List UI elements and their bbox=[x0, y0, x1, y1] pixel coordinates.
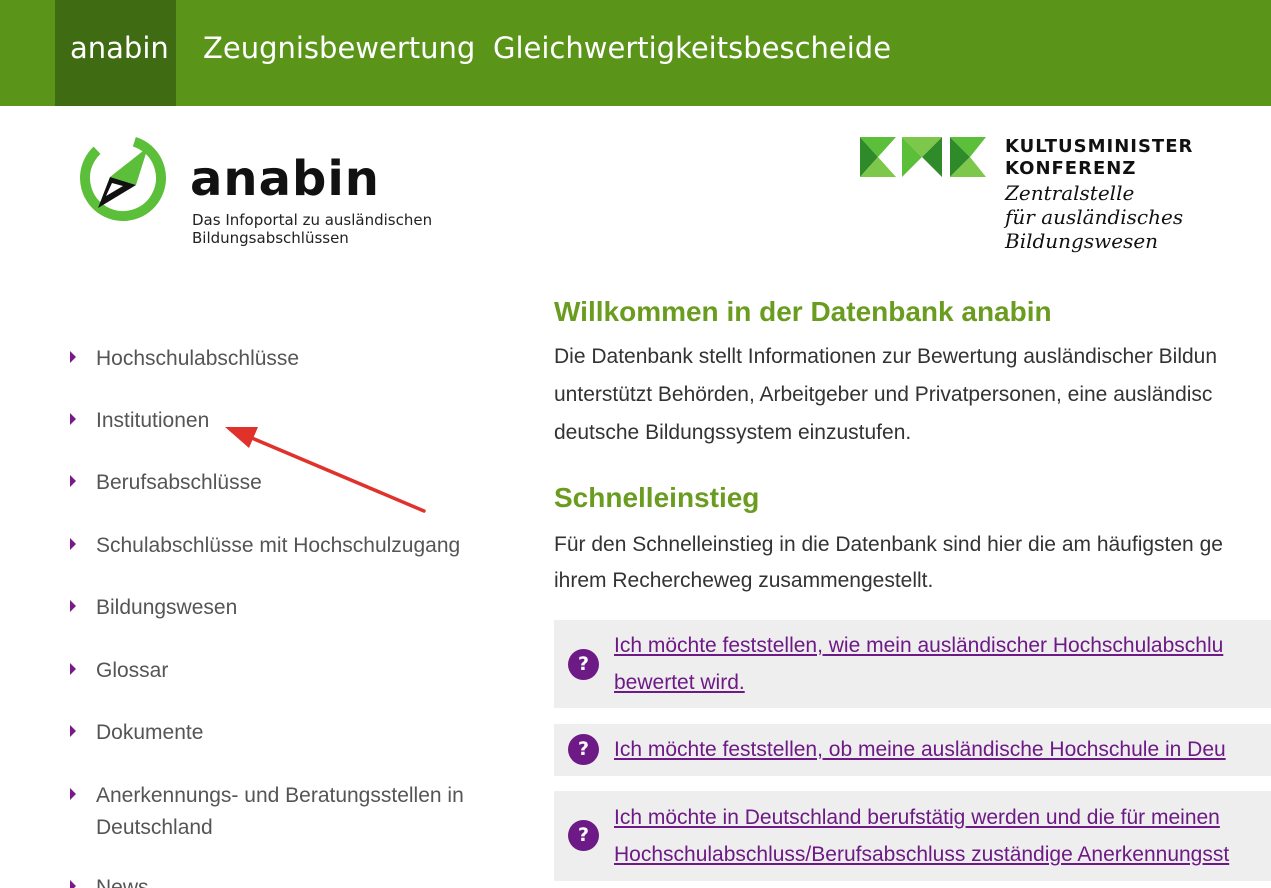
nav-tab-gleichwertigkeitsbescheide[interactable]: Gleichwertigkeitsbescheide bbox=[493, 0, 891, 106]
caret-right-icon bbox=[70, 725, 76, 737]
sidebar-item-label: Glossar bbox=[96, 659, 169, 682]
quick-question-link[interactable]: Ich möchte in Deutschland berufstätig we… bbox=[614, 799, 1229, 873]
kmk-logo[interactable]: KULTUSMINISTER KONFERENZ Zentralstelle f… bbox=[860, 133, 1260, 258]
question-mark-icon: ? bbox=[568, 649, 599, 680]
quick-question-link[interactable]: Ich möchte feststellen, wie mein ausländ… bbox=[614, 627, 1223, 701]
sidebar-item-label: News bbox=[96, 876, 149, 888]
welcome-heading: Willkommen in der Datenbank anabin bbox=[554, 296, 1052, 327]
nav-tab-anabin[interactable]: anabin bbox=[55, 0, 176, 106]
welcome-line: unterstützt Behörden, Arbeitgeber und Pr… bbox=[554, 383, 1213, 406]
kmk-title: KULTUSMINISTER KONFERENZ bbox=[1005, 136, 1193, 180]
kmk-subtitle-line3: Bildungswesen bbox=[1005, 229, 1159, 253]
schnelleinstieg-heading: Schnelleinstieg bbox=[554, 482, 760, 513]
sidebar-item-label: Hochschulabschlüsse bbox=[96, 347, 300, 370]
kmk-subtitle-line2: für ausländisches bbox=[1005, 205, 1184, 229]
sidebar-item-label: Anerkennungs- und Beratungsstellen in De… bbox=[96, 784, 464, 839]
welcome-line: deutsche Bildungssystem einzustufen. bbox=[554, 421, 912, 444]
schnelleinstieg-line: ihrem Rechercheweg zusammengestellt. bbox=[554, 569, 934, 592]
question-mark-icon: ? bbox=[568, 734, 599, 765]
caret-right-icon bbox=[70, 880, 76, 888]
caret-right-icon bbox=[70, 351, 76, 363]
anabin-subtitle: Das Infoportal zu ausländischen Bildungs… bbox=[192, 211, 432, 247]
quick-question-line[interactable]: Ich möchte feststellen, ob meine ausländ… bbox=[614, 731, 1226, 768]
caret-right-icon bbox=[70, 600, 76, 612]
anabin-subtitle-line2: Bildungsabschlüssen bbox=[192, 229, 349, 247]
sidebar-item-label: Schulabschlüsse mit Hochschulzugang bbox=[96, 534, 461, 557]
sidebar-item-label: Bildungswesen bbox=[96, 596, 238, 619]
compass-logo-icon bbox=[80, 135, 166, 221]
schnelleinstieg-paragraph: Für den Schnelleinstieg in die Datenbank… bbox=[554, 527, 1223, 599]
main-content: Willkommen in der Datenbank anabin Die D… bbox=[554, 290, 1271, 888]
question-mark-icon: ? bbox=[568, 820, 599, 851]
kmk-title-line1: KULTUSMINISTER bbox=[1005, 136, 1194, 157]
quick-question-line[interactable]: Hochschulabschluss/Berufsabschluss zustä… bbox=[614, 836, 1229, 873]
sidebar-item-label: Dokumente bbox=[96, 721, 204, 744]
caret-right-icon bbox=[70, 475, 76, 487]
kmk-title-line2: KONFERENZ bbox=[1005, 158, 1137, 179]
quick-question-2: ? Ich möchte feststellen, ob meine auslä… bbox=[554, 724, 1271, 776]
quick-question-3: ? Ich möchte in Deutschland berufstätig … bbox=[554, 791, 1271, 881]
quick-question-1: ? Ich möchte feststellen, wie mein auslä… bbox=[554, 620, 1271, 708]
sidebar-item-label: Institutionen bbox=[96, 409, 210, 432]
caret-right-icon bbox=[70, 413, 76, 425]
quick-question-line[interactable]: Ich möchte feststellen, wie mein ausländ… bbox=[614, 627, 1223, 664]
anabin-logo[interactable]: anabin Das Infoportal zu ausländischen B… bbox=[78, 133, 438, 258]
quick-question-line[interactable]: bewertet wird. bbox=[614, 664, 1223, 701]
caret-right-icon bbox=[70, 788, 76, 800]
anabin-wordmark: anabin bbox=[190, 151, 380, 207]
quick-question-link[interactable]: Ich möchte feststellen, ob meine ausländ… bbox=[614, 731, 1226, 768]
kmk-mark-icon bbox=[860, 137, 986, 177]
sidebar-item-label: Berufsabschlüsse bbox=[96, 471, 262, 494]
caret-right-icon bbox=[70, 538, 76, 550]
quick-question-line[interactable]: Ich möchte in Deutschland berufstätig we… bbox=[614, 799, 1229, 836]
nav-tab-zeugnisbewertung[interactable]: Zeugnisbewertung bbox=[203, 0, 475, 106]
anabin-subtitle-line1: Das Infoportal zu ausländischen bbox=[192, 211, 433, 229]
caret-right-icon bbox=[70, 663, 76, 675]
top-navigation-bar: anabin Zeugnisbewertung Gleichwertigkeit… bbox=[0, 0, 1271, 106]
kmk-subtitle: Zentralstelle für ausländisches Bildungs… bbox=[1005, 181, 1183, 253]
welcome-paragraph: Die Datenbank stellt Informationen zur B… bbox=[554, 338, 1217, 452]
welcome-line: Die Datenbank stellt Informationen zur B… bbox=[554, 345, 1218, 368]
kmk-subtitle-line1: Zentralstelle bbox=[1005, 181, 1135, 205]
schnelleinstieg-line: Für den Schnelleinstieg in die Datenbank… bbox=[554, 533, 1223, 556]
